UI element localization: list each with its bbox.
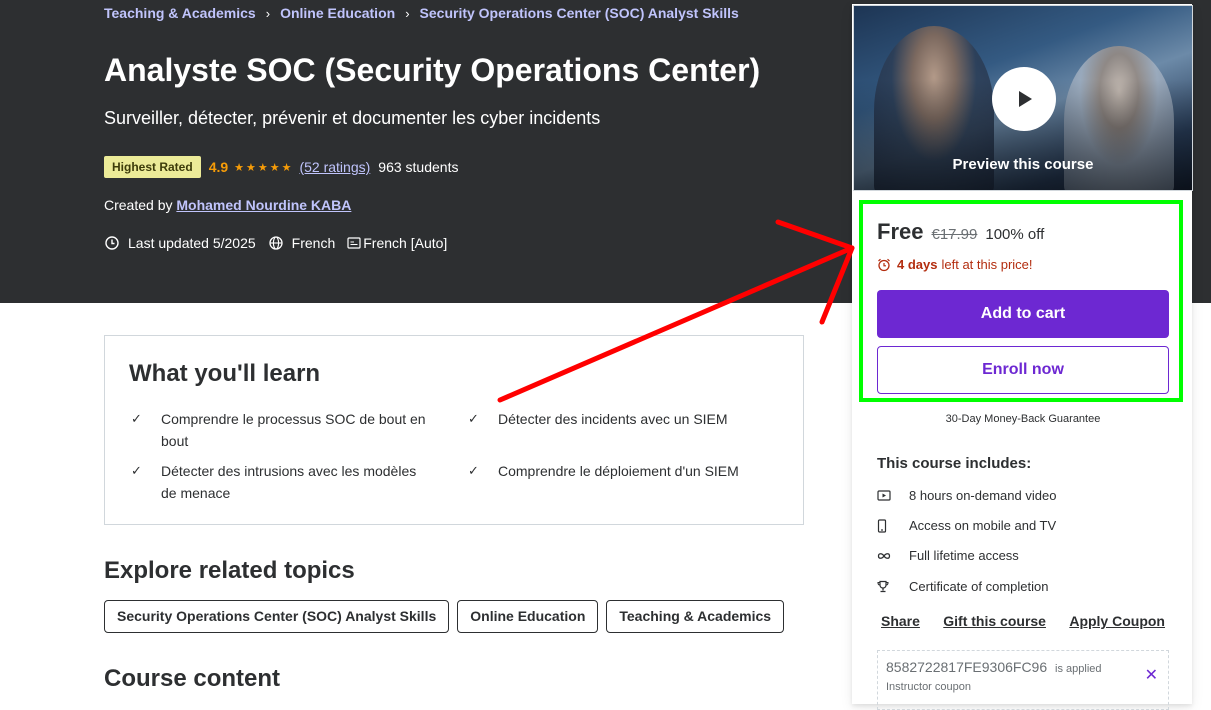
topic-teaching-academics[interactable]: Teaching & Academics	[606, 600, 785, 633]
alert-clock-icon	[105, 236, 119, 250]
video-icon	[877, 489, 909, 502]
topic-online-education[interactable]: Online Education	[457, 600, 599, 633]
close-icon[interactable]: ✕	[1145, 665, 1158, 685]
gift-course-link[interactable]: Gift this course	[939, 613, 1050, 629]
money-back-guarantee: 30-Day Money-Back Guarantee	[945, 413, 1101, 425]
instructor-link[interactable]: Mohamed Nourdine KABA	[176, 197, 351, 213]
coupon-code: 8582722817FE9306FC96	[886, 659, 1048, 675]
check-icon: ✓	[468, 411, 479, 426]
add-to-cart-button[interactable]: Add to cart	[877, 290, 1169, 338]
countdown-text: left at this price!	[941, 257, 1033, 272]
course-meta: Last updated 5/2025 French French [Auto]	[104, 235, 459, 251]
breadcrumb-item-teaching[interactable]: Teaching & Academics	[104, 5, 256, 21]
created-by-label: Created by	[104, 197, 173, 213]
preview-label[interactable]: Preview this course	[854, 156, 1192, 173]
mobile-icon	[877, 518, 909, 533]
course-content-title: Course content	[104, 665, 281, 692]
learn-item: ✓ Détecter des intrusions avec les modèl…	[129, 460, 431, 504]
infinity-icon	[877, 552, 909, 560]
breadcrumb-item-online-education[interactable]: Online Education	[280, 5, 395, 21]
check-icon: ✓	[468, 463, 479, 478]
include-item: Access on mobile and TV	[877, 518, 1056, 533]
coupon-applied-label: is applied	[1055, 663, 1102, 675]
course-preview[interactable]: Preview this course	[853, 5, 1193, 191]
trophy-icon	[877, 580, 909, 593]
related-topics-title: Explore related topics	[104, 557, 355, 584]
chevron-right-icon: ›	[265, 5, 271, 21]
captions: French [Auto]	[347, 235, 447, 251]
last-updated: Last updated 5/2025	[104, 235, 256, 251]
globe-icon	[269, 236, 283, 250]
chevron-right-icon: ›	[405, 5, 410, 21]
star-rating-icon: ★★★★★	[234, 161, 294, 174]
price-countdown: 4 days left at this price!	[877, 257, 1033, 272]
rating-value: 4.9	[208, 159, 229, 175]
learn-title: What you'll learn	[129, 360, 321, 387]
price-current: Free	[877, 219, 924, 244]
price-discount: 100% off	[985, 226, 1045, 243]
apply-coupon-link[interactable]: Apply Coupon	[1065, 613, 1169, 629]
sidebar-links: Share Gift this course Apply Coupon	[877, 613, 1169, 629]
rating-row: Highest Rated 4.9 ★★★★★ (52 ratings) 963…	[104, 156, 458, 178]
what-youll-learn: What you'll learn ✓ Comprendre le proces…	[104, 335, 804, 525]
applied-coupon: 8582722817FE9306FC96 is applied Instruct…	[877, 650, 1169, 710]
include-item: Certificate of completion	[877, 579, 1048, 594]
check-icon: ✓	[131, 463, 142, 478]
check-icon: ✓	[131, 411, 142, 426]
alarm-clock-icon	[878, 258, 890, 271]
share-link[interactable]: Share	[877, 613, 924, 629]
learn-item: ✓ Comprendre le processus SOC de bout en…	[129, 408, 431, 452]
ratings-count-link[interactable]: (52 ratings)	[299, 159, 370, 175]
language-text: French	[291, 235, 336, 251]
include-item: 8 hours on-demand video	[877, 488, 1056, 503]
related-topics: Security Operations Center (SOC) Analyst…	[104, 600, 792, 633]
price-row: Free €17.99 100% off	[877, 219, 1044, 245]
learn-item: ✓ Détecter des incidents avec un SIEM	[466, 408, 768, 430]
last-updated-text: Last updated 5/2025	[128, 235, 256, 251]
learn-item: ✓ Comprendre le déploiement d'un SIEM	[466, 460, 768, 482]
captions-text: French [Auto]	[363, 235, 448, 251]
include-item: Full lifetime access	[877, 548, 1019, 563]
course-subtitle: Surveiller, détecter, prévenir et docume…	[104, 108, 601, 128]
play-icon[interactable]	[992, 67, 1056, 131]
price-original: €17.99	[931, 226, 978, 243]
closed-captions-icon	[347, 237, 361, 249]
language: French	[268, 235, 336, 251]
countdown-days: 4 days	[897, 257, 938, 272]
topic-soc-skills[interactable]: Security Operations Center (SOC) Analyst…	[104, 600, 450, 633]
coupon-type: Instructor coupon	[886, 681, 971, 693]
created-by: Created by Mohamed Nourdine KABA	[104, 197, 351, 213]
breadcrumb-item-soc-skills[interactable]: Security Operations Center (SOC) Analyst…	[420, 5, 739, 21]
enroll-now-button[interactable]: Enroll now	[877, 346, 1169, 394]
students-count: 963 students	[378, 159, 459, 175]
breadcrumb: Teaching & Academics › Online Education …	[104, 5, 739, 21]
includes-title: This course includes:	[877, 455, 1032, 472]
purchase-sidebar: Preview this course Free €17.99 100% off…	[852, 4, 1193, 710]
course-title: Analyste SOC (Security Operations Center…	[104, 52, 761, 88]
highest-rated-badge: Highest Rated	[104, 156, 201, 178]
